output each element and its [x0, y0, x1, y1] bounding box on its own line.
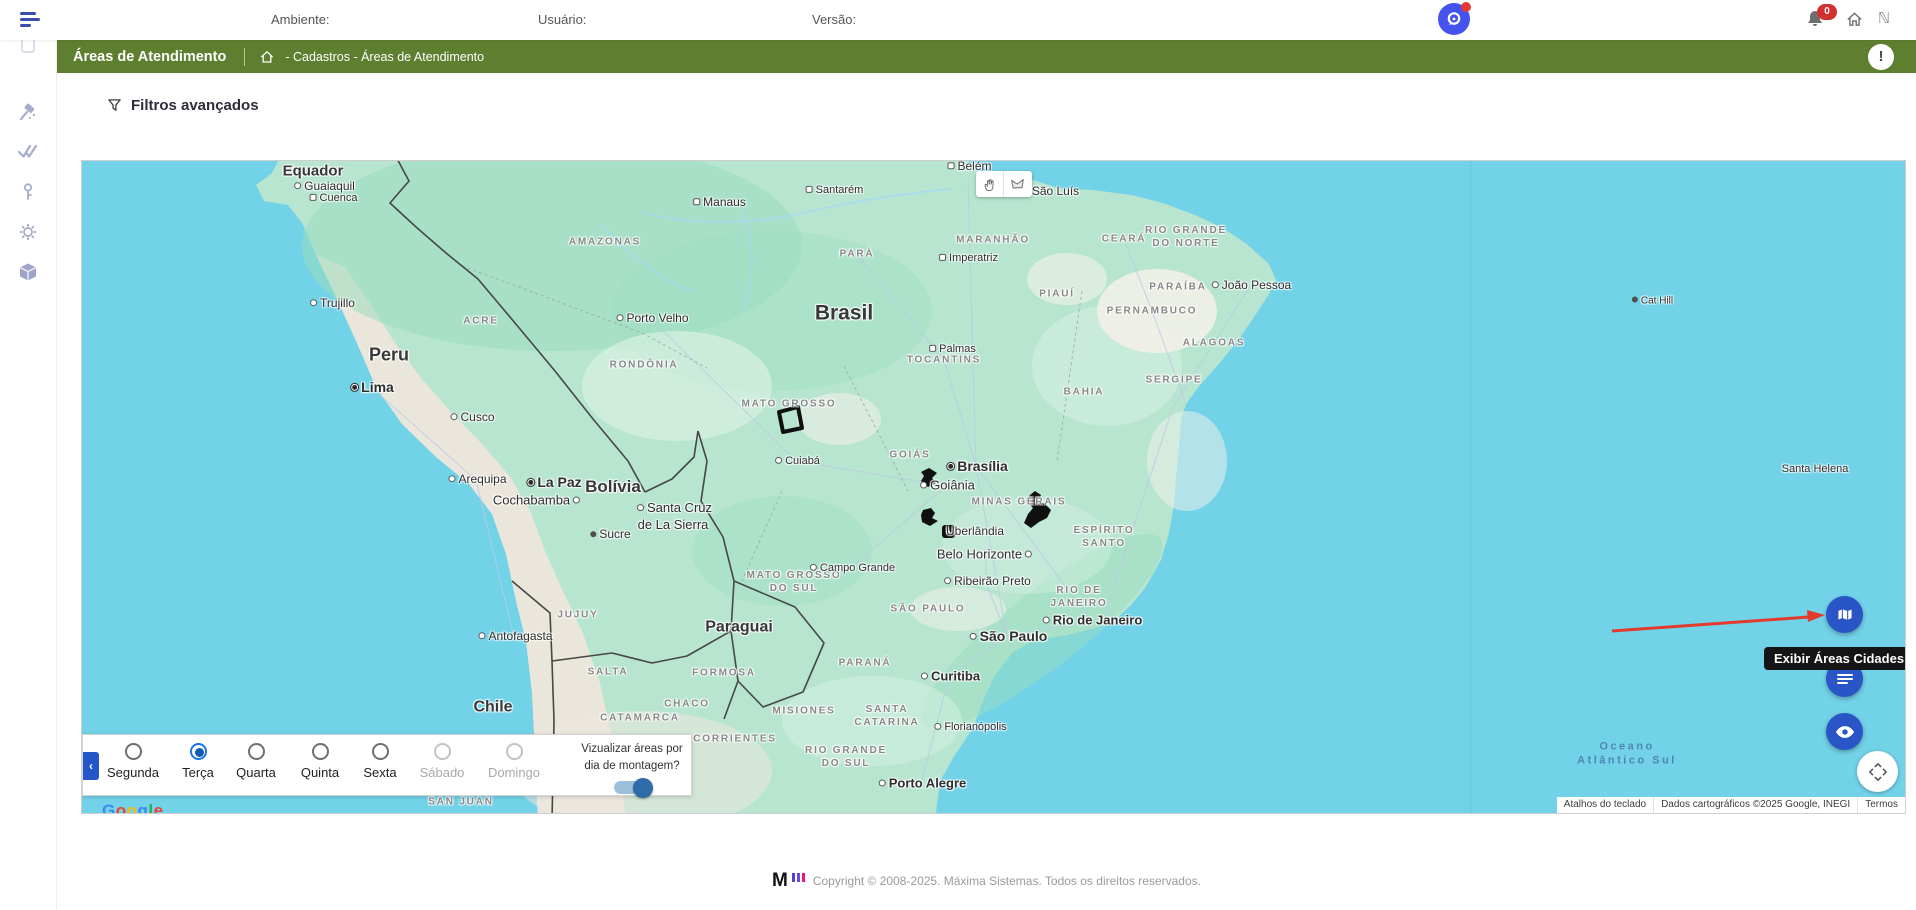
assembly-day-toggle[interactable] [614, 781, 650, 794]
map-data-text: Dados cartográficos ©2025 Google, INEGI [1653, 797, 1857, 813]
map-container[interactable]: EquadorBrasilPeruBolíviaParaguaiChileAMA… [81, 160, 1906, 814]
day-option-quarta[interactable]: Quarta [219, 743, 293, 782]
day-option-segunda[interactable]: Segunda [96, 743, 170, 782]
google-logo-letter: g [138, 801, 149, 814]
home-button[interactable] [1845, 10, 1864, 34]
page-alert-button[interactable]: ! [1868, 44, 1894, 70]
day-radio[interactable] [312, 743, 329, 760]
chat-alert-dot [1461, 2, 1471, 12]
map-draw-controls [976, 171, 1032, 197]
toggle-label-line1: Vizualizar áreas por [575, 741, 689, 758]
filters-header[interactable]: Filtros avançados [107, 97, 259, 114]
sidebar-item-tools[interactable] [17, 102, 39, 124]
view-areas-button[interactable] [1826, 713, 1863, 750]
day-option-domingo[interactable]: Domingo [477, 743, 551, 782]
home-icon [1845, 10, 1864, 29]
notifications-button[interactable]: 0 [1805, 8, 1835, 34]
usuario-label: Usuário: [538, 12, 586, 27]
toggle-knob [633, 778, 653, 798]
sidebar-item-approvals[interactable] [17, 140, 39, 162]
chat-button[interactable] [1438, 3, 1470, 35]
breadcrumb-home-button[interactable] [259, 49, 275, 65]
day-label: Terça [182, 765, 214, 780]
assembly-day-toggle-block: Vizualizar áreas por dia de montagem? [575, 741, 689, 794]
polygon-draw-tool[interactable] [1004, 171, 1032, 197]
keyboard-shortcuts-link[interactable]: Atalhos do teclado [1557, 797, 1653, 813]
menu-icon[interactable] [20, 12, 42, 28]
currency-icon[interactable]: ℕ [1878, 9, 1890, 27]
key-icon [17, 181, 39, 203]
filter-funnel-icon [107, 98, 122, 113]
day-label: Sexta [363, 765, 396, 780]
google-logo-letter: o [127, 801, 138, 814]
page-footer: M Copyright © 2008-2025. Máxima Sistemas… [57, 870, 1916, 892]
day-radio[interactable] [125, 743, 142, 760]
show-city-areas-button[interactable] [1826, 596, 1863, 633]
map-layer-icon [1836, 607, 1854, 623]
fullscreen-icon [1868, 762, 1888, 782]
tools-icon [17, 102, 39, 124]
sidebar-item-settings[interactable] [17, 221, 39, 243]
google-logo-letter: e [154, 801, 164, 814]
page-title: Áreas de Atendimento [57, 49, 244, 65]
sidebar-item-products[interactable] [17, 261, 39, 283]
sidebar-nav [0, 40, 57, 910]
day-label: Sábado [420, 765, 465, 780]
package-icon [17, 261, 39, 283]
versao-label: Versão: [812, 12, 856, 27]
day-filter-panel: ‹ SegundaTerçaQuartaQuintaSextaSábadoDom… [82, 734, 692, 796]
day-label: Quarta [236, 765, 276, 780]
home-icon [259, 49, 275, 65]
gear-icon [17, 221, 39, 243]
terms-link[interactable]: Termos [1857, 797, 1905, 813]
day-radio[interactable] [372, 743, 389, 760]
filters-section: Filtros avançados [57, 73, 1916, 161]
google-logo-letter: o [116, 801, 127, 814]
day-label: Segunda [107, 765, 159, 780]
copyright-text: Copyright © 2008-2025. Máxima Sistemas. … [813, 874, 1201, 888]
day-radio[interactable] [506, 743, 523, 760]
map-canvas[interactable] [82, 161, 1906, 814]
breadcrumb-bar: Áreas de Atendimento - Cadastros - Áreas… [57, 40, 1916, 73]
toggle-label-line2: dia de montagem? [575, 758, 689, 775]
google-logo-letter: G [102, 801, 116, 814]
map-attribution: Atalhos do tecladoDados cartográficos ©2… [1557, 797, 1905, 813]
top-header: Ambiente: Usuário: Versão: 0 ℕ [0, 0, 1916, 40]
chat-icon [1445, 10, 1463, 28]
divider [244, 48, 245, 66]
tooltip-exibir-areas-cidades: Exibir Áreas Cidades [1764, 647, 1906, 670]
polygon-draw-icon [1010, 177, 1026, 191]
day-label: Domingo [488, 765, 540, 780]
filters-title: Filtros avançados [131, 97, 259, 114]
day-label: Quinta [301, 765, 339, 780]
ambiente-label: Ambiente: [271, 12, 330, 27]
list-icon [1837, 673, 1853, 685]
fullscreen-button[interactable] [1857, 751, 1898, 792]
eye-icon [1835, 725, 1855, 739]
hand-pan-icon [982, 177, 997, 192]
breadcrumb: - Cadastros - Áreas de Atendimento [285, 50, 484, 64]
maxima-logo: M [772, 870, 787, 892]
sidebar-item-access[interactable] [17, 181, 39, 203]
double-check-icon [17, 140, 39, 162]
day-radio[interactable] [190, 743, 207, 760]
day-option-sábado[interactable]: Sábado [405, 743, 479, 782]
notification-badge: 0 [1817, 4, 1837, 20]
day-radio[interactable] [248, 743, 265, 760]
google-logo: Google [102, 801, 164, 814]
hand-pan-tool[interactable] [976, 171, 1004, 197]
maxima-logo-bars [792, 873, 805, 882]
day-radio[interactable] [434, 743, 451, 760]
